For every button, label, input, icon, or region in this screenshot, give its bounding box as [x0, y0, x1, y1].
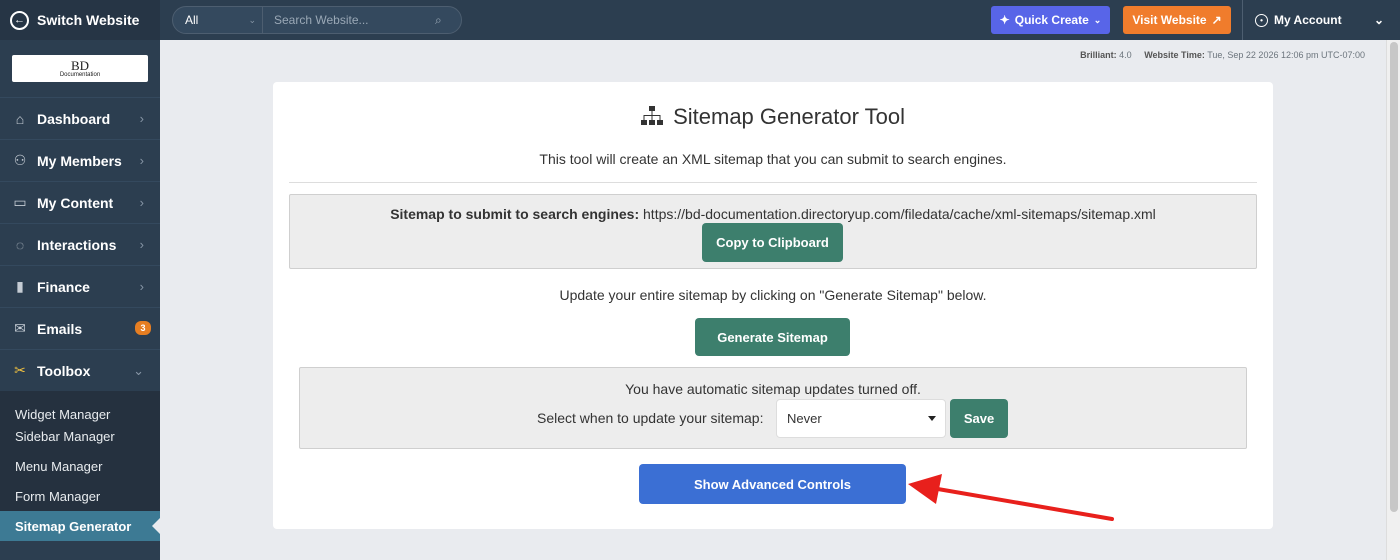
top-bar: All ⌄ ⌕ ✦ Quick Create ⌄ Visit Website ↗…	[160, 0, 1400, 40]
update-frequency-label: Select when to update your sitemap:	[537, 410, 764, 426]
chevron-right-icon: ›	[139, 195, 144, 210]
save-button[interactable]: Save	[950, 399, 1008, 438]
logo-subtext: Documentation	[59, 72, 101, 78]
update-instructions: Update your entire sitemap by clicking o…	[559, 287, 987, 303]
brilliant-label: Brilliant:	[1080, 50, 1117, 60]
sitemap-url-panel: Sitemap to submit to search engines: htt…	[289, 194, 1257, 269]
quick-create-button[interactable]: ✦ Quick Create ⌄	[991, 6, 1110, 34]
search-box: All ⌄ ⌕	[172, 6, 462, 34]
sidebar-item-toolbox[interactable]: ✂ Toolbox ⌄	[0, 349, 160, 391]
chat-icon: ◌	[15, 236, 25, 253]
sidebar-subitem-sidebar-manager[interactable]: Sidebar Manager	[0, 429, 160, 451]
tools-icon: ✂	[14, 362, 26, 378]
members-icon: ⚇	[13, 152, 27, 168]
sidebar-item-label: Dashboard	[37, 110, 111, 127]
chevron-down-icon: ⌄	[248, 14, 256, 25]
auto-update-status: You have automatic sitemap updates turne…	[625, 381, 921, 397]
update-frequency-value: Never	[787, 411, 822, 426]
sidebar-item-emails[interactable]: ✉ Emails 3	[0, 307, 160, 349]
switch-arrow-icon: ←	[10, 10, 29, 30]
page-description: This tool will create an XML sitemap tha…	[539, 151, 1007, 167]
chevron-down-icon: ⌄	[133, 362, 144, 378]
website-time-value: Tue, Sep 22 2026 12:06 pm UTC-07:00	[1207, 50, 1365, 60]
home-icon: ⌂	[15, 110, 25, 127]
generate-sitemap-button[interactable]: Generate Sitemap	[695, 318, 850, 356]
sitemap-card: Sitemap Generator Tool This tool will cr…	[273, 82, 1273, 529]
sparkle-icon: ✦	[999, 13, 1010, 27]
switch-website-button[interactable]: ← Switch Website	[0, 0, 160, 40]
annotation-arrow-icon	[908, 474, 1114, 521]
sidebar-item-finance[interactable]: ▮ Finance ›	[0, 265, 160, 307]
switch-website-label: Switch Website	[37, 12, 140, 28]
sidebar-item-content[interactable]: ▭ My Content ›	[0, 181, 160, 223]
visit-website-label: Visit Website	[1132, 13, 1207, 27]
chevron-right-icon: ›	[139, 111, 144, 126]
emails-count-badge: 3	[135, 321, 151, 335]
sidebar-subitem-form-manager[interactable]: Form Manager	[0, 481, 160, 511]
sidebar-item-label: My Content	[37, 194, 114, 211]
sitemap-icon	[640, 106, 663, 125]
chevron-down-icon: ⌄	[1093, 14, 1102, 25]
caret-down-icon	[928, 416, 936, 421]
website-time-label: Website Time:	[1144, 50, 1205, 60]
sidebar-item-label: Emails	[37, 320, 83, 337]
folder-icon: ▭	[13, 194, 27, 210]
sidebar-item-interactions[interactable]: ◌ Interactions ›	[0, 223, 160, 265]
toolbox-submenu: Widget Manager Sidebar Manager Menu Mana…	[0, 391, 160, 541]
sidebar-item-label: My Members	[37, 152, 122, 169]
sitemap-url-line: Sitemap to submit to search engines: htt…	[290, 206, 1256, 222]
sitemap-url[interactable]: https://bd-documentation.directoryup.com…	[643, 206, 1156, 222]
sidebar-item-label: Finance	[37, 278, 90, 295]
sidebar-item-members[interactable]: ⚇ My Members ›	[0, 139, 160, 181]
page-title-text: Sitemap Generator Tool	[673, 104, 906, 129]
divider	[289, 182, 1257, 183]
logo-area: BD Documentation	[0, 40, 160, 97]
external-link-icon: ↗	[1211, 13, 1222, 27]
sidebar-subitem-menu-manager[interactable]: Menu Manager	[0, 451, 160, 481]
sidebar: ← Switch Website BD Documentation ⌂ Dash…	[0, 0, 160, 560]
chevron-right-icon: ›	[139, 237, 144, 252]
user-icon: •	[1255, 13, 1268, 27]
quick-create-label: Quick Create	[1014, 13, 1089, 27]
chevron-down-icon: ⌄	[1373, 13, 1384, 27]
site-logo[interactable]: BD Documentation	[12, 55, 148, 82]
sitemap-url-label: Sitemap to submit to search engines:	[390, 206, 640, 222]
my-account-label: My Account	[1274, 13, 1342, 27]
page-title: Sitemap Generator Tool	[273, 104, 1273, 130]
sidebar-subitem-sitemap-generator[interactable]: Sitemap Generator	[0, 511, 160, 541]
logo-text: BD	[70, 58, 90, 73]
search-scope-value: All	[185, 13, 199, 27]
update-frequency-select[interactable]: Never	[776, 399, 946, 438]
auto-update-panel: You have automatic sitemap updates turne…	[299, 367, 1247, 449]
show-advanced-controls-button[interactable]: Show Advanced Controls	[639, 464, 906, 504]
brilliant-version: 4.0	[1119, 50, 1132, 60]
search-input[interactable]	[263, 13, 435, 27]
visit-website-button[interactable]: Visit Website ↗	[1123, 6, 1231, 34]
page-scrollbar[interactable]	[1386, 40, 1400, 560]
envelope-icon: ✉	[14, 320, 26, 336]
sidebar-item-dashboard[interactable]: ⌂ Dashboard ›	[0, 97, 160, 139]
sidebar-subitem-widget-manager[interactable]: Widget Manager	[0, 399, 160, 429]
sidebar-item-label: Interactions	[37, 236, 117, 253]
version-info: Brilliant: 4.0 Website Time: Tue, Sep 22…	[1080, 50, 1365, 60]
search-scope-select[interactable]: All ⌄	[173, 7, 263, 33]
copy-to-clipboard-button[interactable]: Copy to Clipboard	[702, 223, 843, 262]
chart-icon: ▮	[16, 278, 24, 294]
chevron-right-icon: ›	[139, 279, 144, 294]
search-icon[interactable]: ⌕	[435, 13, 461, 28]
sidebar-item-label: Toolbox	[37, 362, 91, 379]
scrollbar-thumb[interactable]	[1390, 42, 1398, 512]
chevron-right-icon: ›	[139, 153, 144, 168]
my-account-menu[interactable]: • My Account ⌄	[1242, 0, 1400, 40]
